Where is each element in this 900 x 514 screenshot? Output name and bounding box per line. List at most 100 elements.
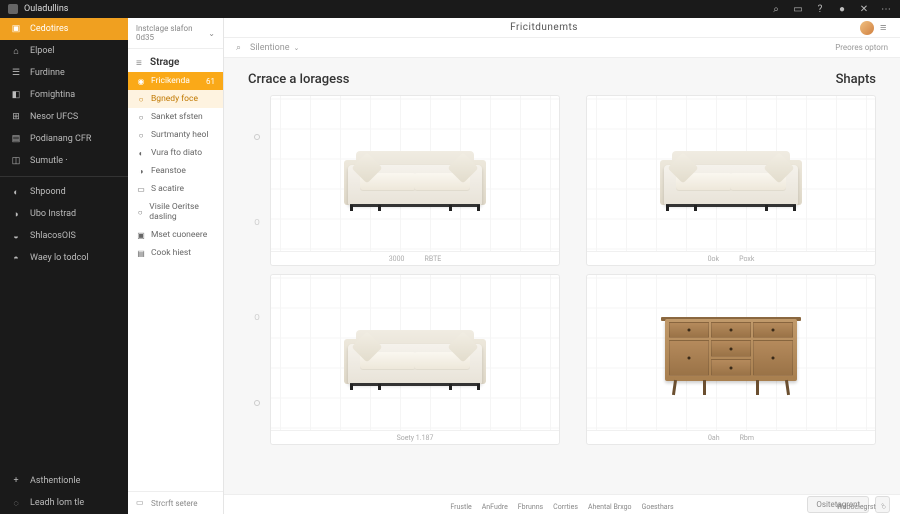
grid-marker	[564, 95, 582, 266]
nav-label: Sumutle ·	[30, 156, 68, 166]
nav-icon: ◧	[10, 89, 22, 101]
sidebar-item[interactable]: ◌Leadh lom tle	[0, 492, 128, 514]
main-panel: Fricitdunemts ≡ ⌕ Silentione ⌄ Preores o…	[224, 18, 900, 514]
app-logo-icon	[8, 4, 18, 14]
item-label: S acatire	[151, 184, 184, 194]
main-header: Fricitdunemts ≡	[224, 18, 900, 38]
list-item[interactable]: ○Bgnedy foce	[128, 90, 223, 108]
list-item[interactable]: ◉ Fricikenda 61	[128, 72, 223, 90]
footer-link[interactable]: Fbrunns	[518, 503, 543, 511]
item-label: Fricikenda	[151, 76, 190, 86]
list-item[interactable]: ○ Surtmanty heol	[128, 126, 223, 144]
item-icon: ○	[136, 130, 146, 140]
list-item[interactable]: ○Sanket sfsten	[128, 108, 223, 126]
sidebar-item[interactable]: ◑Ubo Instrad	[0, 203, 128, 225]
secondary-section-title: ≡ Strage	[128, 49, 223, 72]
count-badge: 61	[206, 77, 215, 86]
list-item[interactable]: ◐Vura fto diato	[128, 144, 223, 162]
content-title: Crrace a loragess	[248, 72, 349, 87]
sidebar-item[interactable]: ◐ Shpoond	[0, 181, 128, 203]
item-icon: ◉	[136, 76, 146, 86]
search-icon[interactable]: ⌕	[770, 3, 782, 15]
list-item[interactable]: ▭S acatire	[128, 180, 223, 198]
nav-icon: ☰	[10, 67, 22, 79]
nav-icon: +	[10, 475, 22, 487]
item-icon: ◐	[136, 148, 146, 158]
options-link[interactable]: Preores optorn	[835, 43, 888, 52]
chevron-down-icon[interactable]: ⌄	[208, 29, 215, 38]
more-icon[interactable]: ⋯	[880, 3, 892, 15]
sidebar-item[interactable]: ▤Podianang CFR	[0, 128, 128, 150]
footer-link[interactable]: Corrties	[553, 503, 578, 511]
nav-icon: ◒	[10, 230, 22, 242]
item-label: Visile Oeritse dasling	[149, 202, 215, 222]
item-icon: ○	[136, 94, 146, 104]
item-icon: ○	[136, 112, 146, 122]
nav-label: Furdinne	[30, 68, 65, 78]
footer-toggle[interactable]: ○	[882, 503, 886, 511]
section-icon: ≡	[136, 58, 146, 68]
item-icon: ▣	[136, 230, 146, 240]
secondary-sidebar: lnstclage slafon 0d35⌄ ≡ Strage ◉ Fricike…	[128, 18, 224, 514]
panel-icon[interactable]: ▭	[792, 3, 804, 15]
nav-label: Cedotires	[30, 24, 68, 34]
help-icon[interactable]: ?	[814, 3, 826, 15]
item-icon: ▤	[136, 248, 146, 258]
content-shapes-label: Shapts	[836, 72, 876, 87]
sidebar-item[interactable]: ☰ Furdinne	[0, 62, 128, 84]
list-item[interactable]: ◑Feanstoe	[128, 162, 223, 180]
nav-label: Asthentionle	[30, 476, 80, 486]
close-icon[interactable]: ✕	[858, 3, 870, 15]
sidebar-item[interactable]: ◧ Fomightina	[0, 84, 128, 106]
secondary-header: lnstclage slafon 0d35⌄	[128, 18, 223, 49]
app-title: Ouladullins	[24, 4, 68, 14]
product-card[interactable]: 3000RBTE	[270, 95, 560, 266]
sidebar-item[interactable]: ⊞Nesor UFCS	[0, 106, 128, 128]
footer-status: Wdboclegrst	[837, 503, 876, 511]
product-card[interactable]: 0okPoxk	[586, 95, 876, 266]
nav-icon: ◐	[10, 186, 22, 198]
grid-marker: O	[248, 274, 266, 445]
nav-icon: ◓	[10, 252, 22, 264]
nav-label: ShlacosOIS	[30, 231, 76, 241]
nav-icon: ◌	[10, 497, 22, 509]
sofa-image	[340, 136, 490, 211]
list-item[interactable]: ▤Cook hiest	[128, 244, 223, 262]
item-icon: ○	[136, 207, 144, 217]
sofa-image	[340, 315, 490, 390]
secondary-footer[interactable]: ▭ Strcrft setere	[128, 491, 223, 514]
sidebar-item[interactable]: ▣ Cedotires	[0, 18, 128, 40]
sidebar-item[interactable]: ◓ Waey lo todcol	[0, 247, 128, 269]
nav-label: Fomightina	[30, 90, 75, 100]
hamburger-icon[interactable]: ≡	[880, 21, 890, 34]
nav-label: Shpoond	[30, 187, 66, 197]
footer-link[interactable]: Frustle	[450, 503, 471, 511]
nav-icon: ⊞	[10, 111, 22, 123]
content-area: Crrace a loragess Shapts O 3000RBTE 0okP…	[224, 58, 900, 494]
user-avatar[interactable]	[860, 21, 874, 35]
sidebar-item[interactable]: ◫Sumutle ·	[0, 150, 128, 172]
product-card[interactable]: 0ahRbm	[586, 274, 876, 445]
primary-sidebar: ▣ Cedotires ⌂Elpoel ☰ Furdinne ◧ Fomightina ⊞Ne…	[0, 18, 128, 514]
product-card[interactable]: Soety 1.187	[270, 274, 560, 445]
item-label: Feanstoe	[151, 166, 186, 176]
nav-icon: ▣	[10, 23, 22, 35]
footer-link[interactable]: Goesthars	[642, 503, 674, 511]
search-icon: ⌕	[236, 43, 246, 53]
dresser-image	[661, 310, 801, 395]
notification-icon[interactable]: ●	[836, 3, 848, 15]
footer: Frustle AnFudre Fbrunns Corrties Ahental Brx…	[224, 500, 900, 514]
main-subheader: ⌕ Silentione ⌄ Preores optorn	[224, 38, 900, 58]
footer-link[interactable]: AnFudre	[482, 503, 508, 511]
sidebar-item[interactable]: ⌂Elpoel	[0, 40, 128, 62]
grid-marker: O	[248, 95, 266, 266]
item-label: Surtmanty heol	[151, 130, 208, 140]
grid-marker	[564, 274, 582, 445]
list-item[interactable]: ▣Mset cuoneere	[128, 226, 223, 244]
search-dropdown[interactable]: ⌕ Silentione ⌄	[236, 43, 299, 53]
footer-link[interactable]: Ahental Brxgo	[588, 503, 632, 511]
sidebar-item[interactable]: + Asthentionle	[0, 470, 128, 492]
sidebar-item[interactable]: ◒ ShlacosOIS	[0, 225, 128, 247]
list-item[interactable]: ○ Visile Oeritse dasling	[128, 198, 223, 226]
nav-label: Waey lo todcol	[30, 253, 89, 263]
